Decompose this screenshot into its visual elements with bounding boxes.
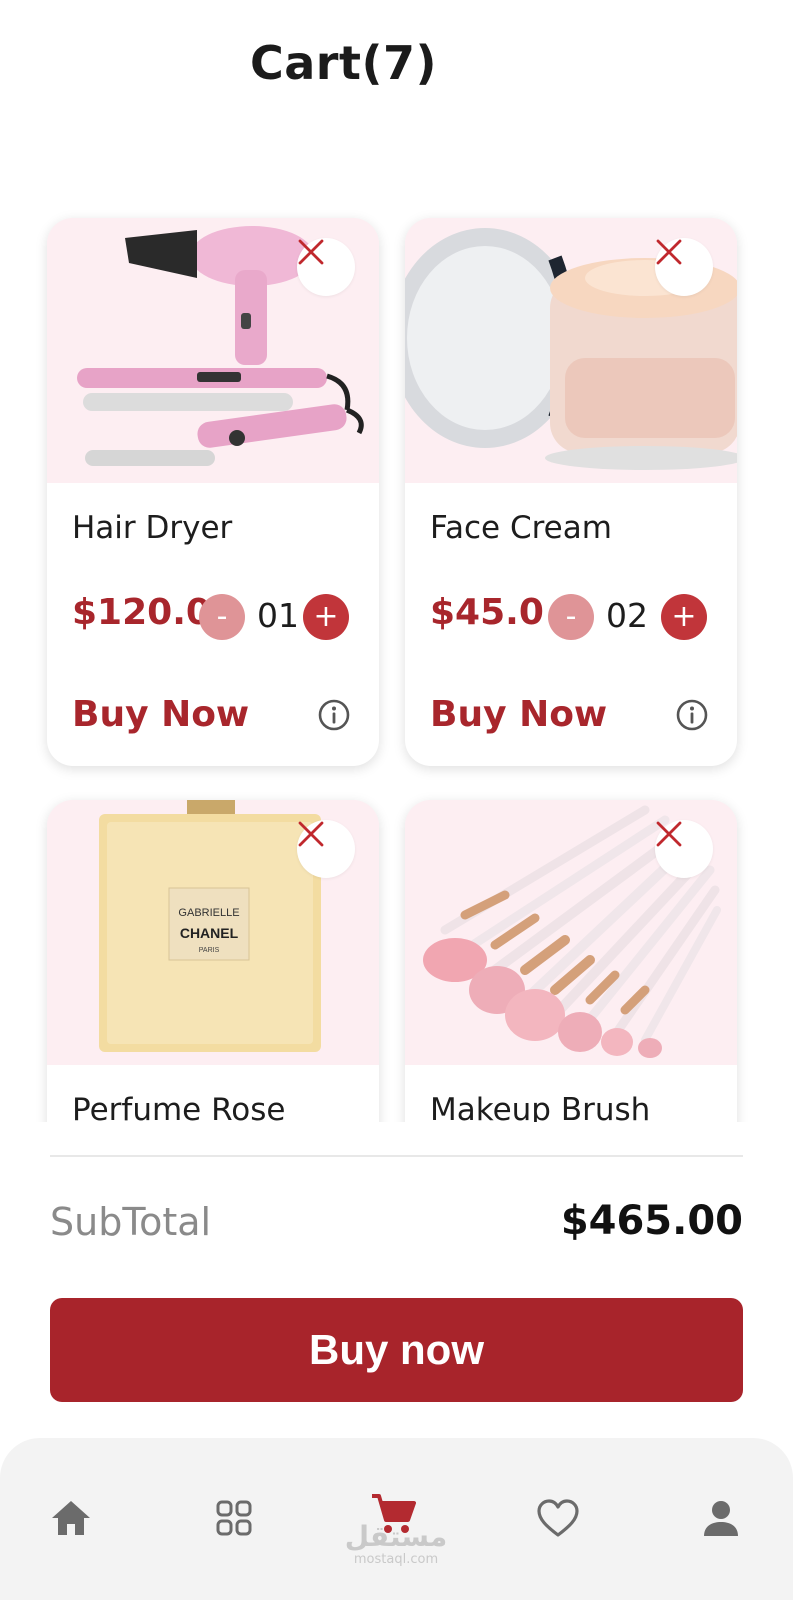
grid-icon xyxy=(216,1500,252,1536)
watermark-latin: mostaql.com xyxy=(353,1552,439,1567)
cart-item-card[interactable]: Hair Dryer $120.0 - 01 + Buy Now xyxy=(47,218,379,766)
watermark-arabic: مستقل xyxy=(344,1520,448,1553)
makeup-brushes-image xyxy=(405,800,737,1065)
nav-favorites[interactable] xyxy=(534,1494,582,1542)
product-name: Face Cream xyxy=(430,510,612,546)
nav-categories[interactable] xyxy=(210,1494,258,1542)
person-icon xyxy=(704,1501,738,1536)
remove-item-button[interactable] xyxy=(655,238,713,296)
close-icon xyxy=(298,239,324,265)
close-icon xyxy=(298,821,324,847)
buy-now-link[interactable]: Buy Now xyxy=(430,694,607,735)
decrease-quantity-button[interactable]: - xyxy=(199,594,245,640)
remove-item-button[interactable] xyxy=(655,820,713,878)
decrease-quantity-button[interactable]: - xyxy=(548,594,594,640)
cart-item-card[interactable]: GABRIELLE CHANEL PARIS Perfume Rose xyxy=(47,800,379,1122)
checkout-buy-now-button[interactable]: Buy now xyxy=(50,1298,743,1402)
info-button[interactable] xyxy=(317,698,351,732)
divider xyxy=(50,1155,743,1157)
product-name: Makeup Brush xyxy=(430,1092,651,1122)
close-icon xyxy=(656,239,682,265)
cart-item-card[interactable]: Face Cream $45.0 - 02 + Buy Now xyxy=(405,218,737,766)
info-icon xyxy=(318,699,350,731)
close-icon xyxy=(656,821,682,847)
perfume-label-brand: CHANEL xyxy=(180,925,239,941)
subtotal-label: SubTotal xyxy=(50,1200,212,1244)
face-cream-jar-image xyxy=(405,218,737,483)
info-icon xyxy=(676,699,708,731)
info-button[interactable] xyxy=(675,698,709,732)
hair-styling-set-image xyxy=(47,218,379,483)
home-icon xyxy=(52,1501,90,1535)
product-name: Hair Dryer xyxy=(72,510,233,546)
nav-profile[interactable] xyxy=(697,1494,745,1542)
buy-now-link[interactable]: Buy Now xyxy=(72,694,249,735)
nav-home[interactable] xyxy=(47,1494,95,1542)
remove-item-button[interactable] xyxy=(297,238,355,296)
remove-item-button[interactable] xyxy=(297,820,355,878)
subtotal-value: $465.00 xyxy=(560,1198,743,1244)
increase-quantity-button[interactable]: + xyxy=(303,594,349,640)
cart-items-grid[interactable]: Hair Dryer $120.0 - 01 + Buy Now Face Cr… xyxy=(0,210,793,1122)
cart-item-card[interactable]: Makeup Brush xyxy=(405,800,737,1122)
perfume-label-line: GABRIELLE xyxy=(178,907,239,919)
quantity-value: 02 xyxy=(606,596,648,635)
page-title: Cart(7) xyxy=(250,36,438,90)
heart-icon xyxy=(537,1499,579,1537)
product-price: $45.0 xyxy=(430,592,544,633)
perfume-label-city: PARIS xyxy=(199,947,220,954)
product-price: $120.0 xyxy=(72,592,211,633)
product-name: Perfume Rose xyxy=(72,1092,286,1122)
quantity-value: 01 xyxy=(257,596,299,635)
perfume-bottle-image: GABRIELLE CHANEL PARIS xyxy=(47,800,379,1065)
watermark-logo: مستقل mostaql.com xyxy=(344,1522,448,1568)
bottom-navigation: مستقل mostaql.com xyxy=(0,1438,793,1600)
increase-quantity-button[interactable]: + xyxy=(661,594,707,640)
